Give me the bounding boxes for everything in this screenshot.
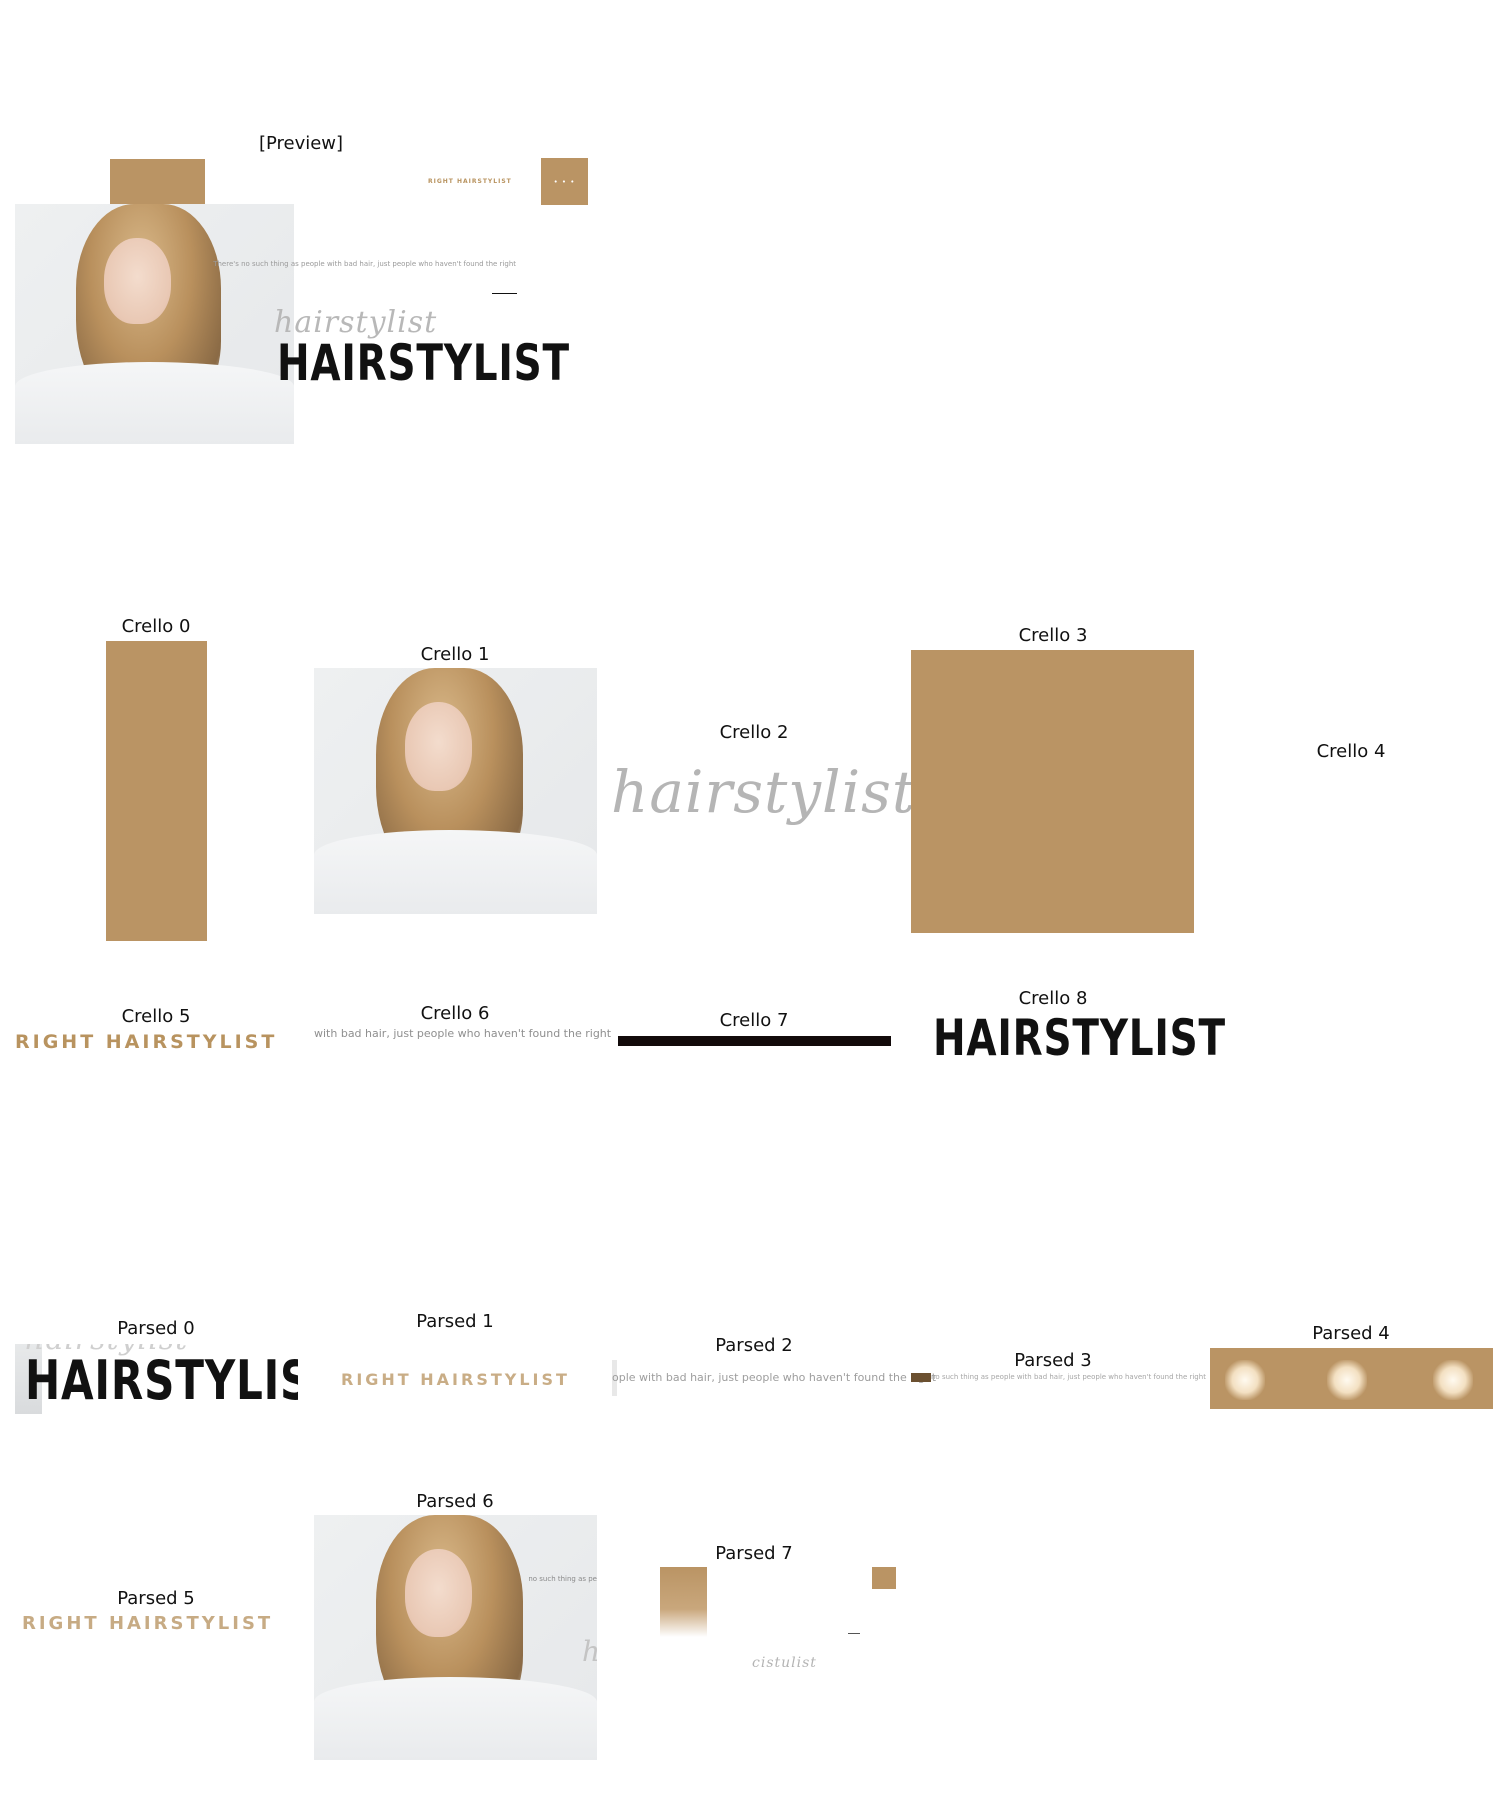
parsed-1-brand-text: RIGHT HAIRSTYLIST: [341, 1370, 570, 1389]
parsed-6-quote-overlay: no such thing as pe: [528, 1575, 597, 1583]
parsed-7-panel: cistulist: [612, 1567, 897, 1712]
parsed-3-strip: no such thing as people with bad hair, j…: [911, 1373, 1206, 1382]
parsed-7-divider: [848, 1633, 860, 1634]
preview-divider: [492, 293, 517, 294]
crello-label-3: Crello 3: [1018, 625, 1088, 646]
crello-label-1: Crello 1: [420, 644, 490, 665]
preview-quote: There's no such thing as people with bad…: [213, 260, 516, 268]
parsed-label-3: Parsed 3: [1014, 1350, 1092, 1371]
crello-2-script-word: hairstylist: [611, 758, 917, 826]
crello-label-7: Crello 7: [719, 1010, 789, 1031]
crello-label-4: Crello 4: [1316, 741, 1386, 762]
crello-label-2: Crello 2: [719, 722, 789, 743]
parsed-3-dark-chip: [911, 1373, 931, 1382]
crello-6-quote: with bad hair, just people who haven't f…: [314, 1027, 612, 1040]
preview-photo: [15, 204, 294, 444]
crello-0-tan-bar: [106, 641, 207, 941]
parsed-0-panel: hairstylist HAIRSTYLIST: [15, 1344, 298, 1414]
parsed-label-1: Parsed 1: [416, 1311, 494, 1332]
crello-5-brand-text: RIGHT HAIRSTYLIST: [15, 1031, 278, 1053]
parsed-label-7: Parsed 7: [715, 1543, 793, 1564]
parsed-6-photo: no such thing as pe h: [314, 1515, 597, 1760]
crello-label-6: Crello 6: [420, 1003, 490, 1024]
more-dots-icon: • • •: [553, 177, 576, 186]
parsed-7-tan-gradient: [660, 1567, 707, 1637]
parsed-7-tan-square: [872, 1567, 896, 1589]
parsed-5-brand-text: RIGHT HAIRSTYLIST: [22, 1613, 274, 1634]
crello-3-tan-square: [911, 650, 1194, 933]
preview-brand-text: RIGHT HAIRSTYLIST: [428, 178, 512, 185]
preview-label: [Preview]: [258, 133, 344, 154]
crello-1-photo: [314, 668, 597, 914]
parsed-0-title: HAIRSTYLIST: [25, 1349, 298, 1412]
parsed-3-quote: no such thing as people with bad hair, j…: [931, 1373, 1206, 1381]
crello-label-5: Crello 5: [121, 1006, 191, 1027]
crello-label-8: Crello 8: [1018, 988, 1088, 1009]
preview-menu-button[interactable]: • • •: [541, 158, 588, 205]
parsed-label-6: Parsed 6: [416, 1491, 494, 1512]
preview-tan-bar: [110, 159, 205, 209]
parsed-label-0: Parsed 0: [117, 1318, 195, 1339]
parsed-label-4: Parsed 4: [1312, 1323, 1390, 1344]
parsed-label-5: Parsed 5: [117, 1588, 195, 1609]
page: { "preview": { "label": "[Preview]", "br…: [0, 0, 1500, 1800]
parsed-6-script-edge: h: [582, 1635, 597, 1668]
parsed-4-pixelated-tile: [1210, 1348, 1493, 1409]
preview-title: HAIRSTYLIST: [277, 334, 570, 392]
parsed-7-script-fragment: cistulist: [752, 1655, 817, 1671]
parsed-2-quote: ople with bad hair, just people who have…: [612, 1371, 937, 1384]
crello-8-title: HAIRSTYLIST: [933, 1009, 1226, 1067]
crello-label-0: Crello 0: [121, 616, 191, 637]
parsed-label-2: Parsed 2: [715, 1335, 793, 1356]
crello-7-divider: [618, 1036, 891, 1046]
